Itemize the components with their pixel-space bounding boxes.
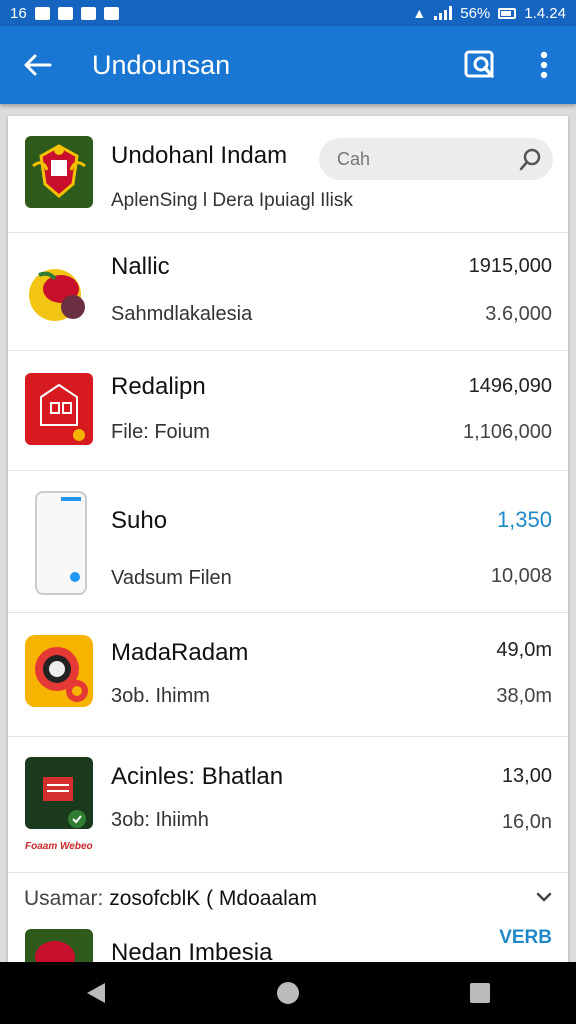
phone-app-icon xyxy=(35,491,87,595)
peek-badge[interactable]: VERB xyxy=(499,927,552,949)
app-bar: Undounsan xyxy=(0,26,576,104)
peek-item-title: Nedan Imbesia xyxy=(111,939,273,964)
peek-app-icon xyxy=(25,929,93,964)
item-value: 1,350 xyxy=(496,507,552,532)
back-arrow-icon xyxy=(24,54,52,76)
icon-caption: Foaam Webeo xyxy=(25,841,93,852)
search-box[interactable] xyxy=(319,138,553,180)
notification-icon xyxy=(34,6,50,20)
search-document-button[interactable] xyxy=(448,26,512,104)
item-secondary-value: 1,106,000 xyxy=(463,421,552,443)
header-subtitle: AplenSing l Dera Ipuiagl Ilisk xyxy=(111,190,353,211)
item-subtitle: Vadsum Filen xyxy=(111,567,232,589)
item-subtitle: 3ob: Ihiimh xyxy=(111,809,209,831)
list-item[interactable]: Redalipn File: Foium 1496,090 1,106,000 xyxy=(8,350,568,471)
camera-app-icon xyxy=(25,635,93,707)
item-value: 13,00 xyxy=(501,765,552,787)
item-title: Suho xyxy=(111,507,168,534)
battery-icon xyxy=(498,7,517,19)
status-bar: 16 ▲ 56% 1.4.24 xyxy=(0,0,576,26)
status-left-text: 16 xyxy=(10,4,27,22)
list-item[interactable]: Suho Vadsum Filen 1,350 10,008 xyxy=(8,470,568,613)
list-item[interactable]: Nallic Sahmdlakalesia 1915,000 3.6,000 xyxy=(8,232,568,351)
gallery-icon xyxy=(80,6,96,20)
nav-back-icon xyxy=(87,983,105,1003)
wifi-icon: ▲ xyxy=(412,5,427,21)
more-vert-icon xyxy=(540,51,548,79)
item-value: 1496,090 xyxy=(468,375,552,397)
search-input[interactable] xyxy=(335,147,509,171)
red-house-app-icon xyxy=(25,373,93,445)
filter-value: zosofcblK ( Mdoaalam xyxy=(109,887,317,910)
search-document-icon xyxy=(464,50,494,78)
item-title: Redalipn xyxy=(111,373,206,400)
item-title: MadaRadam xyxy=(111,639,249,666)
item-secondary-value: 3.6,000 xyxy=(485,303,552,325)
page-title: Undounsan xyxy=(92,49,231,80)
crest-app-icon xyxy=(25,136,93,208)
item-subtitle: 3ob. Ihimm xyxy=(111,685,210,707)
nav-home-icon xyxy=(277,982,299,1004)
message-icon xyxy=(57,6,73,20)
item-subtitle: Sahmdlakalesia xyxy=(111,303,253,325)
filter-text: Usamar: zosofcblK ( Mdoaalam xyxy=(24,887,317,911)
item-value: 1915,000 xyxy=(468,255,552,277)
item-secondary-value: 16,0n xyxy=(501,811,552,833)
list-item[interactable]: MadaRadam 3ob. Ihimm 49,0m 38,0m xyxy=(8,612,568,737)
nav-recents-button[interactable] xyxy=(440,962,520,1024)
fruit-app-icon xyxy=(25,255,93,327)
more-options-button[interactable] xyxy=(512,26,576,104)
item-secondary-value: 38,0m xyxy=(496,685,552,707)
back-button[interactable] xyxy=(0,26,74,104)
item-value: 49,0m xyxy=(496,639,552,661)
filter-label: Usamar: xyxy=(24,887,104,910)
item-subtitle: File: Foium xyxy=(111,421,210,443)
item-secondary-value: 10,008 xyxy=(490,565,552,587)
item-title: Nallic xyxy=(111,253,170,280)
navigation-bar xyxy=(0,962,576,1024)
shop-icon xyxy=(103,6,119,20)
nav-recents-icon xyxy=(470,983,490,1003)
nav-home-button[interactable] xyxy=(248,962,328,1024)
header-row: Undohanl Indam AplenSing l Dera Ipuiagl … xyxy=(8,116,568,232)
item-title: Acinles: Bhatlan xyxy=(111,763,284,790)
content-card: Undohanl Indam AplenSing l Dera Ipuiagl … xyxy=(8,116,568,964)
header-title: Undohanl Indam xyxy=(111,142,288,169)
signal-icon xyxy=(434,6,453,20)
battery-percent: 56% xyxy=(460,4,491,22)
clock: 1.4.24 xyxy=(524,4,566,22)
search-icon[interactable] xyxy=(519,147,543,171)
video-app-icon xyxy=(25,757,93,829)
list-item[interactable]: Foaam Webeo Acinles: Bhatlan 3ob: Ihiimh… xyxy=(8,736,568,873)
chevron-down-icon[interactable] xyxy=(536,891,552,903)
nav-back-button[interactable] xyxy=(56,962,136,1024)
filter-row[interactable]: Usamar: zosofcblK ( Mdoaalam Nedan Imbes… xyxy=(8,872,568,964)
